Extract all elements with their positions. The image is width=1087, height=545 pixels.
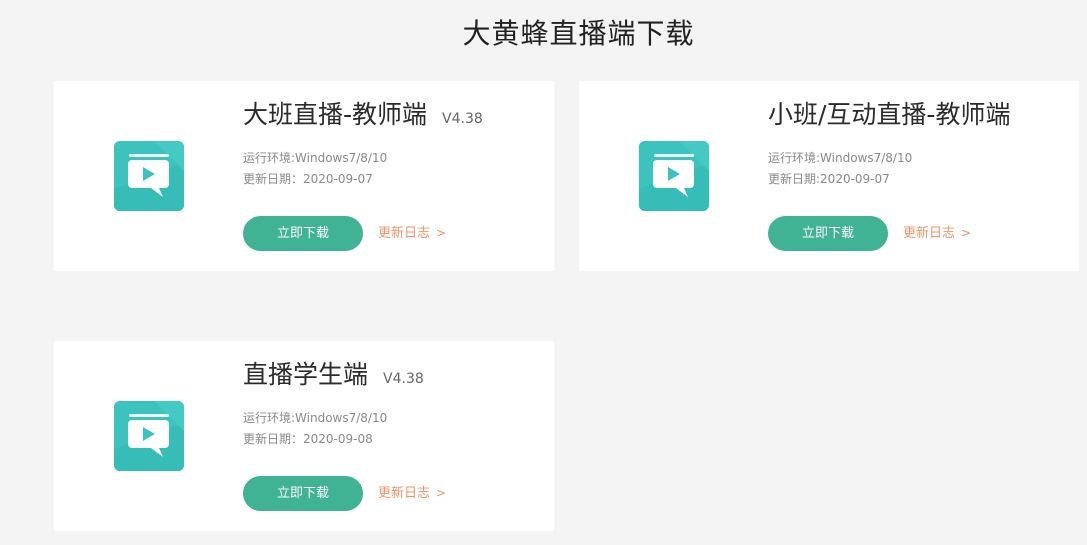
download-card-small-class-teacher: 小班/互动直播-教师端 运行环境:Windows7/8/10 更新日期:2020…: [579, 81, 1079, 271]
update-date: 更新日期：2020-09-07: [243, 172, 373, 186]
runtime-environment: 运行环境:Windows7/8/10: [768, 151, 913, 165]
play-bubble-icon: [114, 401, 184, 471]
update-date: 更新日期:2020-09-07: [768, 172, 890, 186]
changelog-link[interactable]: 更新日志 >: [378, 224, 446, 243]
changelog-label: 更新日志: [378, 486, 431, 501]
chevron-right-icon: >: [436, 226, 447, 240]
app-name: 大班直播-教师端: [243, 100, 428, 129]
app-name: 小班/互动直播-教师端: [768, 100, 1011, 129]
download-card-student: 直播学生端 V4.38 运行环境:Windows7/8/10 更新日期：2020…: [54, 341, 554, 531]
chevron-right-icon: >: [436, 486, 447, 500]
runtime-environment: 运行环境:Windows7/8/10: [243, 151, 388, 165]
page-title: 大黄蜂直播端下载: [462, 17, 695, 50]
download-button[interactable]: 立即下载: [243, 476, 363, 511]
changelog-label: 更新日志: [903, 226, 956, 241]
app-name: 直播学生端: [243, 360, 369, 389]
changelog-link[interactable]: 更新日志 >: [903, 224, 971, 243]
app-title-row: 小班/互动直播-教师端: [768, 97, 1010, 133]
app-title-row: 大班直播-教师端 V4.38: [243, 97, 483, 133]
update-date: 更新日期：2020-09-08: [243, 432, 373, 446]
runtime-environment: 运行环境:Windows7/8/10: [243, 411, 388, 425]
app-title-row: 直播学生端 V4.38: [243, 357, 424, 393]
chevron-right-icon: >: [961, 226, 972, 240]
play-bubble-icon: [114, 141, 184, 211]
app-version: V4.38: [442, 111, 483, 127]
play-bubble-icon: [639, 141, 709, 211]
download-card-large-class-teacher: 大班直播-教师端 V4.38 运行环境:Windows7/8/10 更新日期：2…: [54, 81, 554, 271]
download-button[interactable]: 立即下载: [243, 216, 363, 251]
changelog-label: 更新日志: [378, 226, 431, 241]
download-button[interactable]: 立即下载: [768, 216, 888, 251]
changelog-link[interactable]: 更新日志 >: [378, 484, 446, 503]
app-version: V4.38: [383, 371, 424, 387]
